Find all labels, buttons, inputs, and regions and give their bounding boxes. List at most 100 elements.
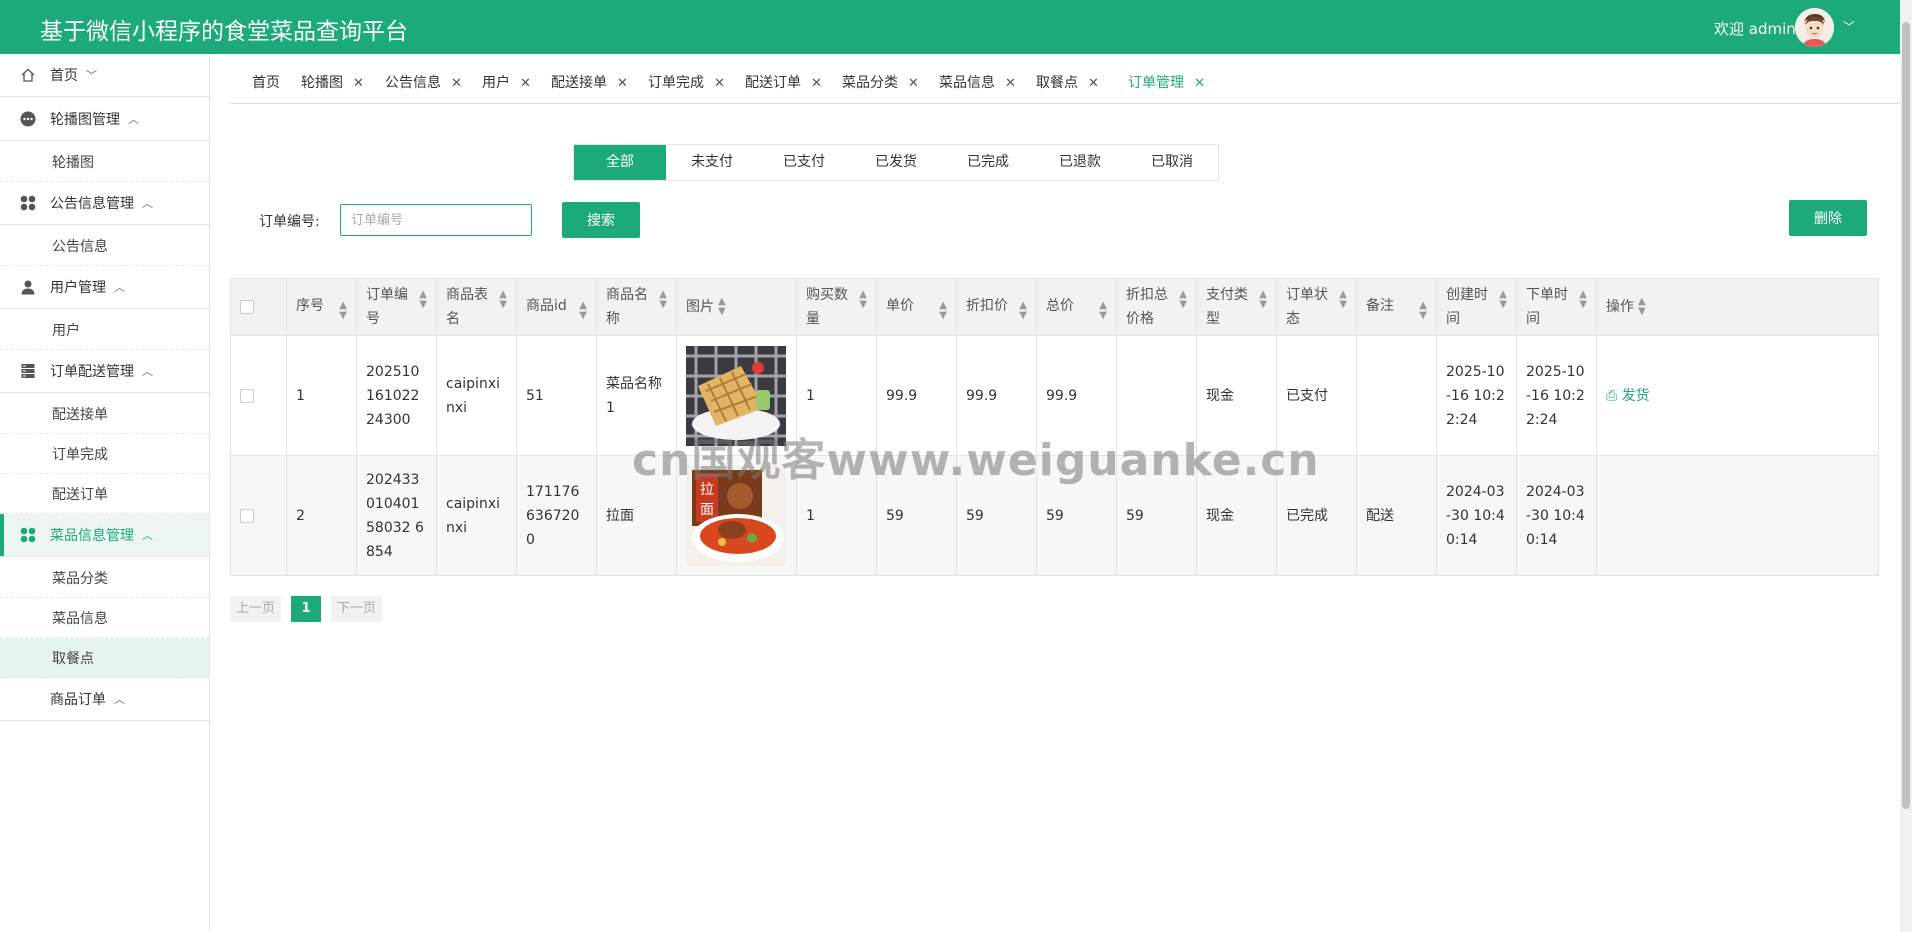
sidebar-item-10[interactable]: 配送订单 <box>0 474 209 514</box>
close-icon[interactable]: ✕ <box>908 76 919 91</box>
sort-icon[interactable]: ▲ ▼ <box>859 290 867 310</box>
sort-icon[interactable]: ▲ ▼ <box>1099 300 1107 321</box>
ship-button[interactable]: ⎙ 发货 <box>1606 388 1650 404</box>
sidebar-item-12[interactable]: 菜品分类 <box>0 558 209 598</box>
sidebar-group-3[interactable]: 公告信息管理 ︿ <box>0 182 209 225</box>
row-checkbox[interactable] <box>240 388 254 403</box>
sort-icon[interactable]: ▲ ▼ <box>579 300 587 321</box>
status-option-2[interactable]: 已支付 <box>758 145 850 180</box>
column-header-label: 订单状态 <box>1286 287 1328 327</box>
sort-icon[interactable]: ▲ ▼ <box>939 300 947 321</box>
column-header-label: 操作 <box>1606 299 1634 315</box>
column-header[interactable]: 商品名称 ▲ ▼ <box>596 278 677 336</box>
grid-icon <box>20 527 36 543</box>
sidebar-group-7[interactable]: 订单配送管理 ︿ <box>0 350 209 393</box>
tab-4[interactable]: 配送接单 ✕ <box>551 72 628 92</box>
sidebar-group-15[interactable]: 商品订单 ︿ <box>0 678 209 721</box>
close-icon[interactable]: ✕ <box>714 76 725 91</box>
sidebar-group-5[interactable]: 用户管理 ︿ <box>0 266 209 309</box>
sidebar-item-8[interactable]: 配送接单 <box>0 394 209 434</box>
sidebar-item-4[interactable]: 公告信息 <box>0 226 209 266</box>
tab-5[interactable]: 订单完成 ✕ <box>648 72 725 92</box>
current-page[interactable]: 1 <box>291 596 322 622</box>
column-header[interactable]: 折扣总价格 ▲ ▼ <box>1116 278 1197 336</box>
tab-0[interactable]: 首页 <box>252 72 280 92</box>
status-option-6[interactable]: 已取消 <box>1126 145 1218 180</box>
status-option-1[interactable]: 未支付 <box>666 145 758 180</box>
column-header[interactable]: 折扣价 ▲ ▼ <box>956 278 1037 336</box>
tab-10[interactable]: 订单管理 ✕ <box>1128 72 1205 92</box>
sidebar-group-11[interactable]: 菜品信息管理 ︿ <box>0 514 209 557</box>
sidebar-item-9[interactable]: 订单完成 <box>0 434 209 474</box>
close-icon[interactable]: ✕ <box>451 76 462 91</box>
sort-icon[interactable]: ▲ ▼ <box>499 290 507 310</box>
sort-icon[interactable]: ▲ ▼ <box>1638 297 1646 317</box>
tab-6[interactable]: 配送订单 ✕ <box>745 72 822 92</box>
chevron-up-icon: ︿ <box>142 197 153 210</box>
close-icon[interactable]: ✕ <box>617 76 628 91</box>
tab-7[interactable]: 菜品分类 ✕ <box>842 72 919 92</box>
page-scrollbar[interactable] <box>1900 0 1912 932</box>
column-header[interactable]: 单价 ▲ ▼ <box>876 278 957 336</box>
sidebar-item-2[interactable]: 轮播图 <box>0 142 209 182</box>
close-icon[interactable]: ✕ <box>811 76 822 91</box>
chevron-down-icon[interactable]: ﹀ <box>1843 18 1855 35</box>
sort-icon[interactable]: ▲ ▼ <box>659 290 667 310</box>
sort-icon[interactable]: ▲ ▼ <box>419 290 427 310</box>
column-header[interactable]: 图片 ▲ ▼ <box>676 278 797 336</box>
prev-page-button[interactable]: 上一页 <box>230 596 282 622</box>
column-header[interactable]: 备注 ▲ ▼ <box>1356 278 1437 336</box>
close-icon[interactable]: ✕ <box>520 76 531 91</box>
sidebar-group-1[interactable]: 轮播图管理 ︿ <box>0 98 209 141</box>
chevron-down-icon: ﹀ <box>86 69 97 82</box>
scrollbar-thumb[interactable] <box>1902 22 1910 809</box>
column-header[interactable]: 商品表名 ▲ ▼ <box>436 278 517 336</box>
column-header[interactable]: 支付类型 ▲ ▼ <box>1196 278 1277 336</box>
delete-button[interactable]: 删除 <box>1789 200 1867 236</box>
column-header[interactable]: 序号 ▲ ▼ <box>286 278 357 336</box>
sort-icon[interactable]: ▲ ▼ <box>1499 290 1507 310</box>
tab-3[interactable]: 用户 ✕ <box>482 72 531 92</box>
column-header[interactable]: 购买数量 ▲ ▼ <box>796 278 877 336</box>
order-no-input[interactable] <box>340 204 532 236</box>
sidebar-group-label: 轮播图管理 <box>50 112 120 128</box>
sort-icon[interactable]: ▲ ▼ <box>1419 300 1427 321</box>
next-page-button[interactable]: 下一页 <box>331 596 383 622</box>
sort-icon[interactable]: ▲ ▼ <box>1579 290 1587 310</box>
status-option-3[interactable]: 已发货 <box>850 145 942 180</box>
row-checkbox[interactable] <box>240 508 254 523</box>
sidebar-group-0[interactable]: 首页 ﹀ <box>0 54 209 97</box>
sort-icon[interactable]: ▲ ▼ <box>718 297 726 317</box>
column-header-label: 单价 <box>886 297 914 314</box>
close-icon[interactable]: ✕ <box>1005 76 1016 91</box>
tab-1[interactable]: 轮播图 ✕ <box>301 72 364 92</box>
tab-8[interactable]: 菜品信息 ✕ <box>939 72 1016 92</box>
search-button[interactable]: 搜索 <box>562 202 640 238</box>
sort-icon[interactable]: ▲ ▼ <box>1019 300 1027 321</box>
sort-icon[interactable]: ▲ ▼ <box>339 300 347 321</box>
avatar[interactable] <box>1795 8 1834 47</box>
column-header[interactable]: 操作 ▲ ▼ <box>1596 278 1879 336</box>
select-all-checkbox[interactable] <box>240 300 254 314</box>
column-header[interactable]: 下单时间 ▲ ▼ <box>1516 278 1597 336</box>
column-header[interactable]: 订单编号 ▲ ▼ <box>356 278 437 336</box>
column-header[interactable]: 创建时间 ▲ ▼ <box>1436 278 1517 336</box>
sidebar-item-13[interactable]: 菜品信息 <box>0 598 209 638</box>
close-icon[interactable]: ✕ <box>1088 76 1099 91</box>
column-header[interactable]: 商品id ▲ ▼ <box>516 278 597 336</box>
column-header[interactable]: 总价 ▲ ▼ <box>1036 278 1117 336</box>
sort-icon[interactable]: ▲ ▼ <box>1339 290 1347 310</box>
close-icon[interactable]: ✕ <box>353 76 364 91</box>
close-icon[interactable]: ✕ <box>1194 76 1205 91</box>
sidebar-item-6[interactable]: 用户 <box>0 310 209 350</box>
row-select-cell <box>230 335 287 456</box>
sidebar-item-14[interactable]: 取餐点 <box>0 638 209 678</box>
status-option-4[interactable]: 已完成 <box>942 145 1034 180</box>
tab-9[interactable]: 取餐点 ✕ <box>1036 72 1099 92</box>
sort-icon[interactable]: ▲ ▼ <box>1259 290 1267 310</box>
status-option-0[interactable]: 全部 <box>574 145 666 180</box>
sort-icon[interactable]: ▲ ▼ <box>1179 290 1187 310</box>
column-header[interactable]: 订单状态 ▲ ▼ <box>1276 278 1357 336</box>
status-option-5[interactable]: 已退款 <box>1034 145 1126 180</box>
tab-2[interactable]: 公告信息 ✕ <box>385 72 462 92</box>
